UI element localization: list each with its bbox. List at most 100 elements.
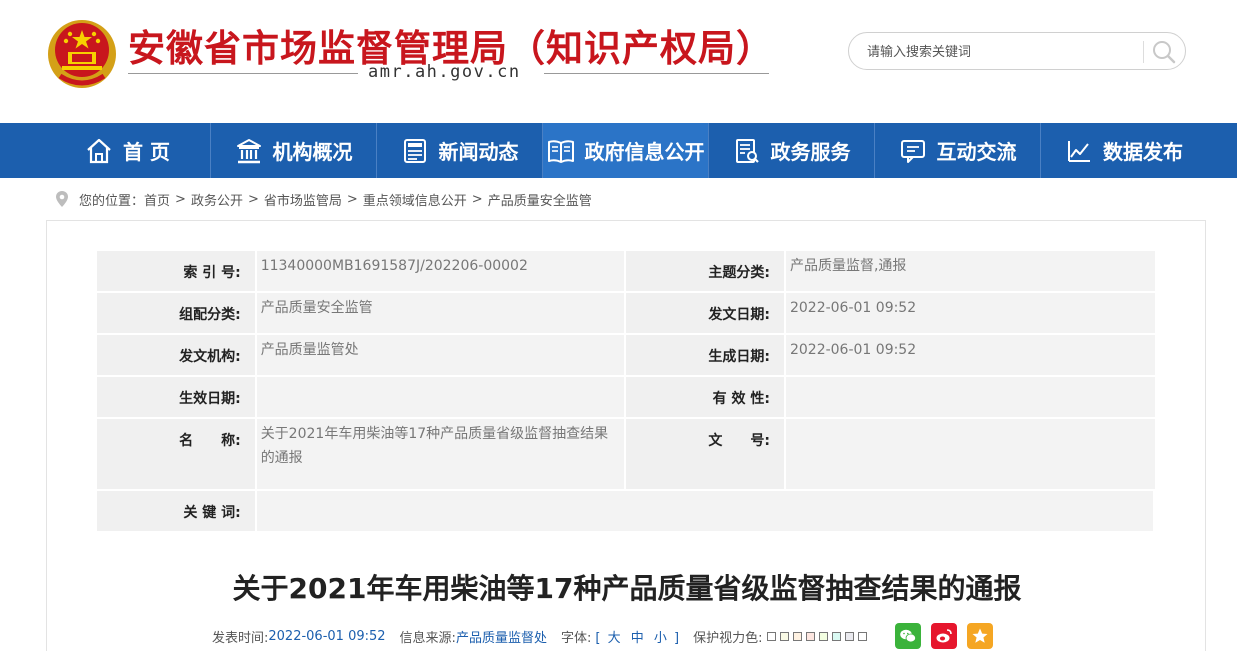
breadcrumb-separator: > <box>346 191 358 207</box>
metadata-row: 发文机构: 产品质量监管处 生成日期: 2022-06-01 09:52 <box>97 335 1155 377</box>
star-icon <box>972 628 987 643</box>
issue-date-label: 发文日期: <box>626 293 786 335</box>
font-size-small-button[interactable]: 小 <box>654 631 667 646</box>
nav-label: 互动交流 <box>936 140 1017 164</box>
font-size-medium-button[interactable]: 中 <box>631 631 644 646</box>
keywords-label: 关 键 词: <box>97 491 257 533</box>
news-icon <box>403 138 426 163</box>
article-info-bar: 发表时间: 2022-06-01 09:52 信息来源: 产品质量监督处 字体:… <box>212 623 993 649</box>
site-header: 安徽省市场监督管理局（知识产权局） amr.ah.gov.cn <box>0 0 1237 123</box>
nav-item-data[interactable]: 数据发布 <box>1041 123 1207 178</box>
font-size-large-button[interactable]: 大 <box>608 631 621 646</box>
effective-date-label: 生效日期: <box>97 377 257 419</box>
wechat-icon <box>899 629 916 643</box>
breadcrumb-prefix: 您的位置： <box>79 193 145 209</box>
eye-care-swatch[interactable] <box>792 631 802 641</box>
open-book-icon <box>547 139 574 163</box>
font-size-bracket-close: ] <box>674 630 680 646</box>
breadcrumb: 您的位置： 首页 > 政务公开 > 省市场监管局 > 重点领域信息公开 > 产品… <box>55 189 592 209</box>
generation-date-value: 2022-06-01 09:52 <box>785 335 1155 377</box>
main-nav: 首 页 机构概况 新闻动态 政府信息公开 政务服务 互动交流 数据发布 <box>0 123 1237 178</box>
topic-value: 产品质量监督,通报 <box>785 251 1155 293</box>
home-icon <box>87 138 111 163</box>
divider-line-left <box>128 73 358 74</box>
font-size-switcher: [ 大 中 小 ] <box>595 627 679 646</box>
font-size-bracket-open: [ <box>595 630 601 646</box>
issue-date-value: 2022-06-01 09:52 <box>785 293 1155 335</box>
metadata-row: 名 称: 关于2021年车用柴油等17种产品质量省级监督抽查结果的通报 文 号: <box>97 419 1155 491</box>
source-value: 产品质量监督处 <box>455 630 547 646</box>
issuer-label: 发文机构: <box>97 335 257 377</box>
search-box <box>848 32 1186 70</box>
effective-date-value <box>256 377 627 419</box>
service-icon <box>735 138 759 163</box>
metadata-row: 组配分类: 产品质量安全监管 发文日期: 2022-06-01 09:52 <box>97 293 1155 335</box>
topic-label: 主题分类: <box>626 251 786 293</box>
nav-item-news[interactable]: 新闻动态 <box>377 123 543 178</box>
name-label: 名 称: <box>97 419 257 491</box>
eye-care-swatch[interactable] <box>766 631 776 641</box>
source-label: 信息来源: <box>399 630 456 646</box>
issuer-value: 产品质量监管处 <box>256 335 627 377</box>
share-weibo-button[interactable] <box>930 623 957 649</box>
metadata-row: 索 引 号: 11340000MB1691587J/202206-00002 主… <box>97 251 1155 293</box>
publish-time-label: 发表时间: <box>212 630 269 646</box>
nav-label: 首 页 <box>123 140 170 164</box>
location-pin-icon <box>56 191 68 207</box>
nav-label: 机构概况 <box>272 140 353 164</box>
validity-label: 有 效 性: <box>626 377 786 419</box>
metadata-row: 生效日期: 有 效 性: <box>97 377 1155 419</box>
eye-care-swatch[interactable] <box>818 631 828 641</box>
font-size-label: 字体: <box>560 630 592 646</box>
keywords-value <box>256 491 1155 533</box>
article-container: 索 引 号: 11340000MB1691587J/202206-00002 主… <box>46 220 1206 651</box>
site-domain-line: amr.ah.gov.cn <box>128 62 778 82</box>
national-emblem-icon[interactable] <box>46 10 118 90</box>
eye-care-swatch[interactable] <box>844 631 854 641</box>
share-qzone-button[interactable] <box>966 623 993 649</box>
eye-care-swatch[interactable] <box>857 631 867 641</box>
nav-label: 政府信息公开 <box>584 140 705 164</box>
breadcrumb-separator: > <box>175 191 186 207</box>
metadata-row: 关 键 词: <box>97 491 1155 533</box>
eye-care-label: 保护视力色: <box>693 630 763 646</box>
eye-care-swatches <box>766 631 871 641</box>
document-number-label: 文 号: <box>626 419 786 491</box>
name-value: 关于2021年车用柴油等17种产品质量省级监督抽查结果的通报 <box>256 419 627 491</box>
eye-care-swatch[interactable] <box>831 631 841 641</box>
search-icon[interactable] <box>1149 37 1179 67</box>
breadcrumb-link[interactable]: 省市场监管局 <box>264 190 342 209</box>
nav-label: 政务服务 <box>770 140 851 164</box>
site-domain: amr.ah.gov.cn <box>368 62 521 82</box>
breadcrumb-link[interactable]: 重点领域信息公开 <box>363 190 467 209</box>
metadata-table: 索 引 号: 11340000MB1691587J/202206-00002 主… <box>97 251 1155 533</box>
breadcrumb-link[interactable]: 首页 <box>144 190 170 209</box>
share-wechat-button[interactable] <box>894 623 921 649</box>
generation-date-label: 生成日期: <box>626 335 786 377</box>
divider-line-right <box>544 73 769 74</box>
institution-icon <box>236 138 261 163</box>
breadcrumb-separator: > <box>247 191 259 207</box>
org-category-value: 产品质量安全监管 <box>256 293 627 335</box>
nav-item-home[interactable]: 首 页 <box>45 123 211 178</box>
nav-item-gov-info[interactable]: 政府信息公开 <box>543 123 709 178</box>
search-input[interactable] <box>867 41 1137 63</box>
index-number-value: 11340000MB1691587J/202206-00002 <box>256 251 627 293</box>
chat-icon <box>900 139 925 163</box>
article-title: 关于2021年车用柴油等17种产品质量省级监督抽查结果的通报 <box>232 572 1022 605</box>
nav-item-institution[interactable]: 机构概况 <box>211 123 377 178</box>
document-number-value <box>785 419 1155 491</box>
index-number-label: 索 引 号: <box>97 251 257 293</box>
nav-item-interaction[interactable]: 互动交流 <box>875 123 1041 178</box>
nav-item-service[interactable]: 政务服务 <box>709 123 875 178</box>
breadcrumb-separator: > <box>471 191 483 207</box>
org-category-label: 组配分类: <box>97 293 257 335</box>
publish-time-value: 2022-06-01 09:52 <box>268 628 386 644</box>
eye-care-swatch[interactable] <box>805 631 815 641</box>
nav-label: 数据发布 <box>1103 140 1183 164</box>
breadcrumb-link[interactable]: 产品质量安全监管 <box>488 190 592 209</box>
search-divider <box>1143 41 1144 63</box>
weibo-icon <box>936 629 952 643</box>
breadcrumb-link[interactable]: 政务公开 <box>191 190 243 209</box>
eye-care-swatch[interactable] <box>779 631 789 641</box>
